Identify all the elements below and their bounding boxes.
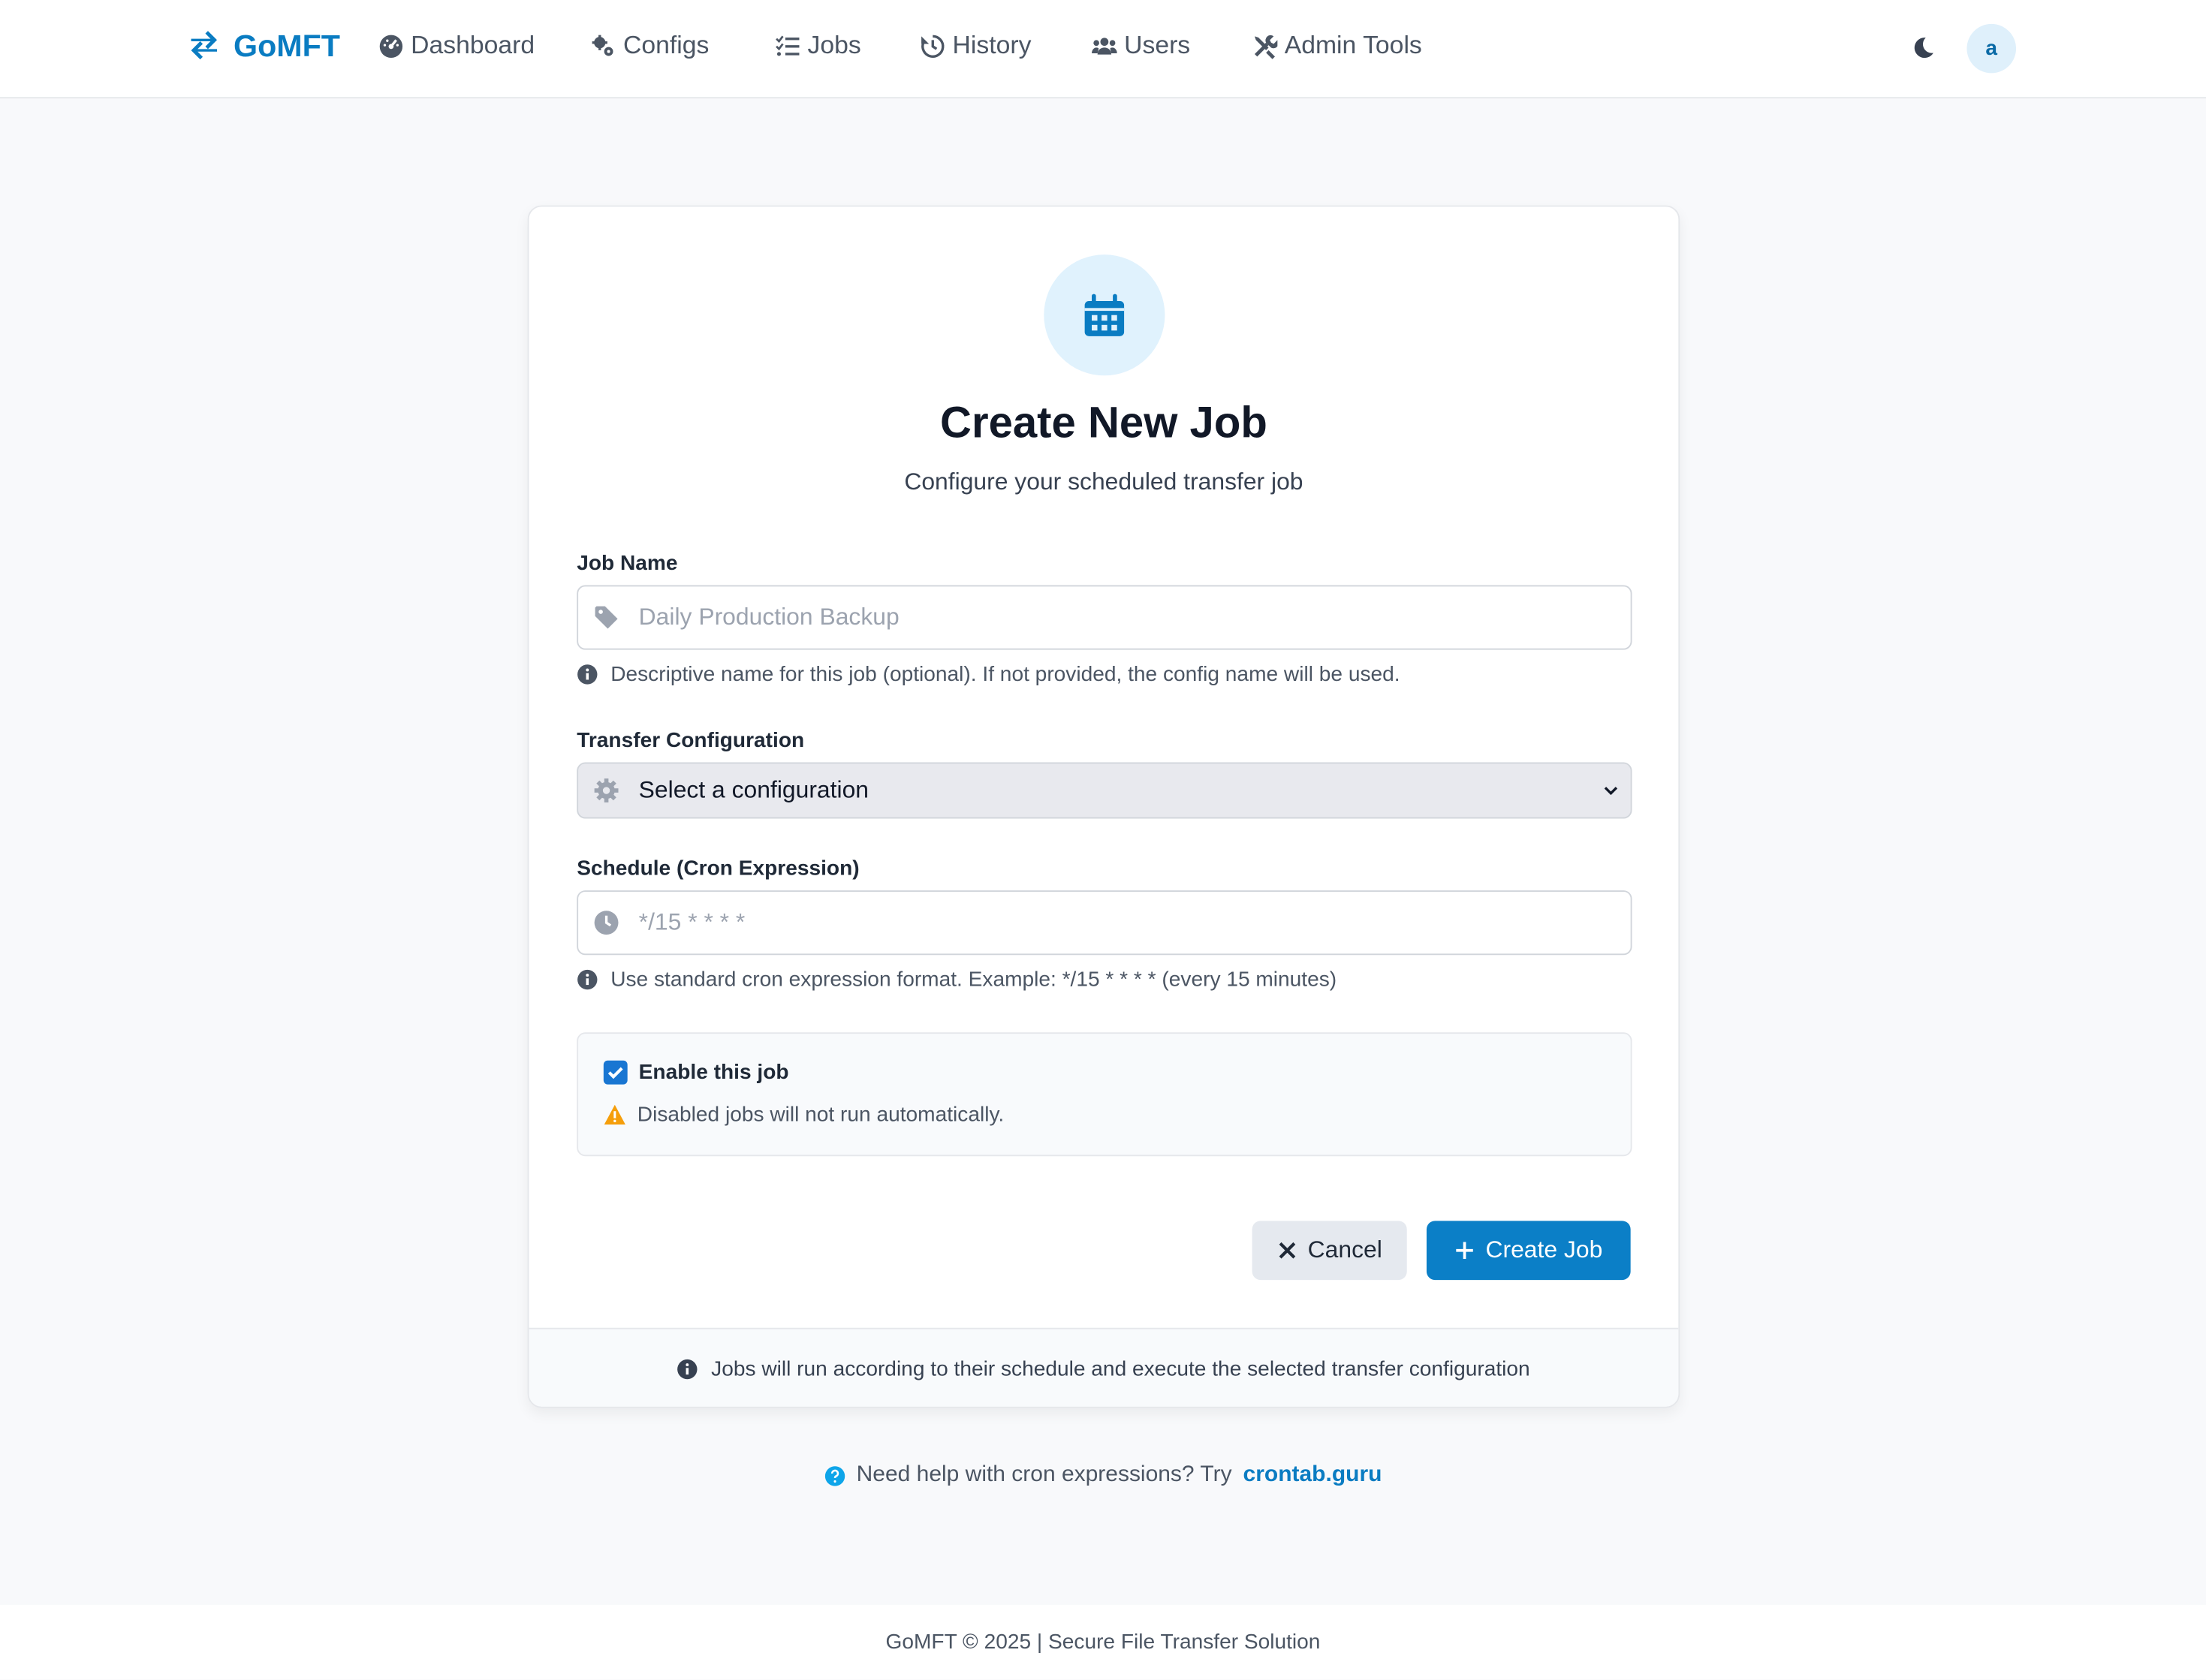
- cogs-icon: [592, 34, 613, 56]
- schedule-placeholder: */15 * * * *: [638, 908, 746, 936]
- plus-icon: [1456, 1242, 1473, 1259]
- job-name-placeholder: Daily Production Backup: [638, 603, 900, 631]
- nav-configs-label: Configs: [623, 31, 710, 59]
- nav-jobs-label: Jobs: [807, 31, 861, 59]
- create-job-button[interactable]: Create Job: [1426, 1221, 1631, 1281]
- question-circle-icon: [824, 1465, 845, 1486]
- cron-help-line: Need help with cron expressions? Try cro…: [0, 1463, 2206, 1489]
- page-footer: GoMFT © 2025 | Secure File Transfer Solu…: [0, 1604, 2206, 1680]
- config-select[interactable]: Select a configuration: [577, 762, 1632, 819]
- nav-admin-tools[interactable]: Admin Tools: [1252, 31, 1422, 60]
- hero-icon-circle: [1044, 254, 1165, 376]
- enable-warning-text: Disabled jobs will not run automatically…: [637, 1102, 1005, 1127]
- app-root: GoMFT Dashboard Configs Jobs History Use…: [0, 0, 2206, 1680]
- crontab-guru-link[interactable]: crontab.guru: [1243, 1463, 1382, 1489]
- moon-icon[interactable]: [1911, 35, 1936, 61]
- job-name-help-text: Descriptive name for this job (optional)…: [610, 662, 1400, 687]
- tag-icon: [595, 606, 618, 629]
- info-icon: [577, 664, 598, 685]
- users-icon: [1092, 37, 1117, 54]
- enable-job-label[interactable]: Enable this job: [639, 1061, 789, 1085]
- calendar-icon: [1084, 294, 1125, 336]
- schedule-help: Use standard cron expression format. Exa…: [577, 968, 1337, 992]
- config-selected-value: Select a configuration: [638, 776, 869, 803]
- card-footer-note: Jobs will run according to their schedul…: [529, 1327, 1679, 1407]
- info-icon: [678, 1358, 698, 1379]
- list-check-icon: [776, 35, 800, 56]
- page-subtitle: Configure your scheduled transfer job: [904, 468, 1303, 495]
- config-label: Transfer Configuration: [577, 728, 805, 753]
- nav-users-label: Users: [1124, 31, 1191, 59]
- page-title: Create New Job: [940, 398, 1267, 447]
- nav-history-label: History: [952, 31, 1032, 59]
- create-job-card: Create New Job Configure your scheduled …: [527, 205, 1680, 1408]
- exchange-icon: [191, 31, 218, 60]
- schedule-input[interactable]: */15 * * * *: [577, 890, 1632, 956]
- chevron-down-icon: [1604, 787, 1618, 796]
- info-icon: [577, 969, 598, 990]
- nav-users[interactable]: Users: [1092, 31, 1190, 60]
- gear-icon: [594, 778, 619, 802]
- cancel-button[interactable]: Cancel: [1252, 1221, 1407, 1281]
- warning-icon: [604, 1104, 625, 1125]
- nav-dashboard-label: Dashboard: [411, 31, 535, 59]
- enable-warning: Disabled jobs will not run automatically…: [604, 1103, 1004, 1127]
- nav-dashboard[interactable]: Dashboard: [378, 31, 535, 60]
- top-navbar: GoMFT Dashboard Configs Jobs History Use…: [0, 0, 2206, 99]
- brand-name: GoMFT: [234, 28, 341, 64]
- schedule-label: Schedule (Cron Expression): [577, 857, 860, 881]
- user-avatar[interactable]: a: [1966, 23, 2017, 74]
- nav-configs[interactable]: Configs: [591, 31, 709, 60]
- checkmark-icon: [607, 1067, 623, 1079]
- nav-jobs[interactable]: Jobs: [775, 31, 861, 60]
- brand-logo[interactable]: GoMFT: [188, 28, 340, 65]
- cron-help-text: Need help with cron expressions? Try: [856, 1462, 1232, 1487]
- clock-icon: [594, 911, 619, 935]
- nav-admin-tools-label: Admin Tools: [1284, 31, 1422, 59]
- history-icon: [921, 34, 945, 58]
- job-name-label: Job Name: [577, 551, 678, 576]
- job-name-input[interactable]: Daily Production Backup: [577, 585, 1632, 650]
- schedule-help-text: Use standard cron expression format. Exa…: [610, 968, 1337, 992]
- close-icon: [1278, 1242, 1295, 1259]
- card-footer-text: Jobs will run according to their schedul…: [711, 1356, 1530, 1381]
- cancel-button-label: Cancel: [1307, 1236, 1382, 1263]
- tools-icon: [1254, 35, 1278, 59]
- nav-history[interactable]: History: [920, 31, 1031, 60]
- enable-job-box: Enable this job Disabled jobs will not r…: [577, 1032, 1632, 1157]
- create-job-button-label: Create Job: [1485, 1236, 1603, 1263]
- job-name-help: Descriptive name for this job (optional)…: [577, 662, 1400, 687]
- gauge-icon: [379, 34, 403, 58]
- enable-job-checkbox[interactable]: [603, 1060, 628, 1085]
